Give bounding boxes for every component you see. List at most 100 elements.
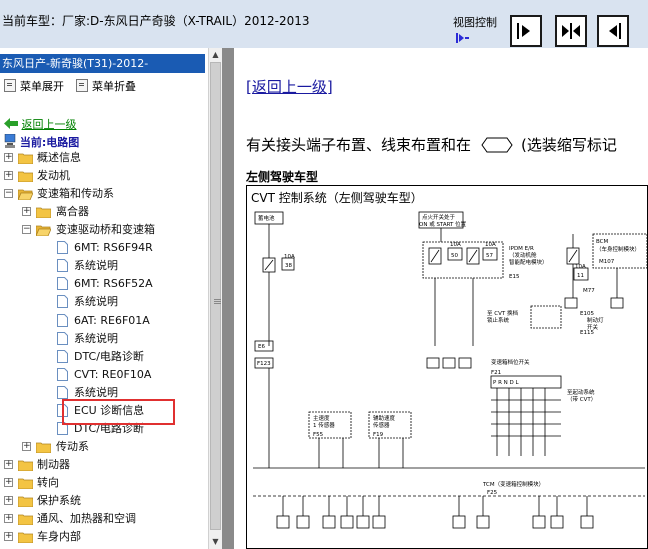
selection-highlight [62, 399, 175, 425]
svg-text:F123: F123 [257, 361, 271, 367]
svg-text:38: 38 [285, 263, 292, 269]
description-tail: (选装缩写标记 [521, 136, 617, 154]
expand-toggle-icon[interactable]: + [4, 478, 13, 487]
folder-icon [18, 532, 33, 543]
tree-scrollbar[interactable]: ▲ ▼ [208, 48, 222, 549]
folder-icon [36, 442, 51, 453]
tree-label: 传动系 [56, 440, 89, 453]
folder-icon [18, 171, 33, 182]
expand-toggle-icon[interactable]: + [4, 532, 13, 541]
model-banner: 东风日产-新奇骏(T31)-2012- [0, 54, 205, 73]
collapse-menu-button[interactable]: 菜单折叠 [76, 78, 136, 94]
document-icon [57, 368, 68, 381]
tree-label: 保护系统 [37, 494, 81, 507]
hexagon-symbol-icon [481, 137, 513, 153]
tree-label: 概述信息 [37, 151, 81, 164]
tree-label: 车身内部 [37, 530, 81, 543]
folder-icon [18, 514, 33, 525]
svg-text:10A: 10A [450, 242, 461, 248]
document-icon [57, 332, 68, 345]
expand-menu-button[interactable]: 菜单展开 [4, 78, 64, 94]
document-icon [57, 350, 68, 363]
tree-label: 系统说明 [74, 259, 118, 272]
svg-text:F55: F55 [313, 432, 324, 438]
document-icon [57, 386, 68, 399]
expand-right-button[interactable] [510, 15, 542, 47]
collapse-toggle-icon[interactable]: − [4, 189, 13, 198]
svg-text:（发动机舱: （发动机舱 [509, 251, 537, 259]
collapse-toggle-icon[interactable]: − [22, 225, 31, 234]
document-icon [57, 314, 68, 327]
folder-icon [18, 478, 33, 489]
svg-text:E105: E105 [580, 311, 594, 317]
grip-icon [214, 299, 221, 300]
svg-text:11: 11 [577, 273, 584, 279]
expand-toggle-icon[interactable]: + [4, 153, 13, 162]
svg-text:F21: F21 [491, 370, 501, 376]
tree-label: 变速箱和传动系 [37, 187, 114, 200]
panel-splitter[interactable] [222, 48, 234, 549]
open-folder-icon [18, 189, 33, 200]
view-control-label: 视图控制 [453, 16, 497, 29]
svg-text:M77: M77 [583, 288, 595, 294]
tree-label: DTC/电路诊断 [74, 350, 144, 363]
svg-text:E15: E15 [509, 274, 520, 280]
svg-text:E6: E6 [258, 344, 265, 350]
computer-icon [4, 133, 16, 148]
navigation-panel: 东风日产-新奇骏(T31)-2012- 菜单展开 菜单折叠 返回上一级 当前:电… [0, 48, 208, 549]
expand-icon [4, 79, 16, 92]
collapse-icon [76, 79, 88, 92]
tree-label: 通风、加热器和空调 [37, 512, 136, 525]
svg-text:F25: F25 [487, 490, 498, 496]
wiring-schematic: 蓄电池 点火开关处于 ON 或 START 位置 IPDM E/R （发动机舱 … [253, 211, 647, 529]
tree-label: 制动器 [37, 458, 70, 471]
svg-text:点火开关处于: 点火开关处于 [422, 213, 456, 221]
svg-text:M107: M107 [599, 259, 615, 265]
view-control-icon [456, 33, 469, 43]
svg-text:（带 CVT）: （带 CVT） [567, 396, 596, 403]
expand-toggle-icon[interactable]: + [4, 514, 13, 523]
svg-text:辅助速度: 辅助速度 [373, 414, 396, 422]
expand-toggle-icon[interactable]: + [22, 442, 31, 451]
svg-text:ON 或 START 位置: ON 或 START 位置 [419, 220, 467, 228]
split-view-button[interactable] [555, 15, 587, 47]
expand-toggle-icon[interactable]: + [4, 171, 13, 180]
expand-toggle-icon[interactable]: + [4, 460, 13, 469]
document-icon [57, 277, 68, 290]
scroll-down-icon[interactable]: ▼ [211, 537, 220, 546]
section-subheading: 左侧驾驶车型 [246, 170, 319, 184]
expand-left-button[interactable] [597, 15, 629, 47]
folder-icon [18, 496, 33, 507]
folder-icon [36, 207, 51, 218]
svg-text:开关: 开关 [587, 323, 599, 331]
svg-text:10A: 10A [485, 242, 496, 248]
description-text: 有关接头端子布置、线束布置和在 (选装缩写标记 [246, 134, 617, 155]
return-link[interactable]: [返回上一级] [246, 76, 333, 97]
back-link[interactable]: 返回上一级 [4, 116, 77, 132]
scroll-up-icon[interactable]: ▲ [211, 50, 220, 59]
expand-toggle-icon[interactable]: + [4, 496, 13, 505]
svg-text:TCM（变速箱控制模块）: TCM（变速箱控制模块） [482, 480, 544, 488]
description-lead: 有关接头端子布置、线束布置和在 [246, 136, 472, 154]
back-link-label[interactable]: 返回上一级 [22, 118, 77, 131]
folder-icon [18, 460, 33, 471]
tree-label: 离合器 [56, 205, 89, 218]
tree-label: 变速驱动桥和变速箱 [56, 223, 155, 236]
svg-text:10A: 10A [284, 254, 295, 260]
scrollbar-thumb[interactable] [210, 62, 221, 530]
back-arrow-icon [4, 118, 18, 129]
svg-text:锁止系统: 锁止系统 [487, 316, 510, 324]
svg-text:变速箱档位开关: 变速箱档位开关 [491, 358, 530, 366]
svg-text:蓄电池: 蓄电池 [258, 214, 275, 222]
tree-label: 6AT: RE6F01A [74, 314, 150, 327]
content-area: [返回上一级] 有关接头端子布置、线束布置和在 (选装缩写标记 左侧驾驶车型 CV… [234, 48, 648, 549]
wiring-diagram: CVT 控制系统（左侧驾驶车型） 蓄电池 点火开关处于 ON 或 START 位… [246, 185, 648, 549]
expand-toggle-icon[interactable]: + [22, 207, 31, 216]
svg-text:智能配电模块）: 智能配电模块） [509, 258, 548, 266]
svg-text:主速度: 主速度 [313, 414, 330, 422]
open-folder-icon [36, 225, 51, 236]
folder-icon [18, 153, 33, 164]
svg-text:57: 57 [486, 253, 493, 259]
svg-text:1 传感器: 1 传感器 [313, 421, 335, 429]
svg-text:10A: 10A [575, 264, 586, 270]
